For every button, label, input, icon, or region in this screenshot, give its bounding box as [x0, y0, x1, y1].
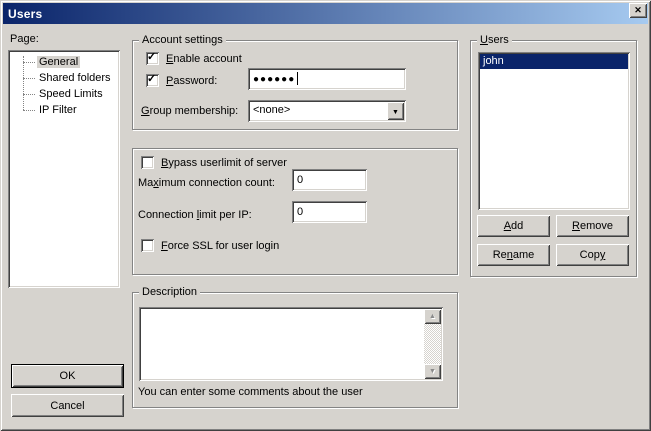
group-membership-dropdown-button[interactable]: ▼ [387, 102, 404, 120]
users-listbox[interactable]: john [478, 52, 630, 210]
scroll-up-button[interactable]: ▲ [424, 309, 441, 324]
cancel-button[interactable]: Cancel [11, 394, 124, 417]
bypass-userlimit-checkbox[interactable] [141, 156, 154, 169]
checkmark-icon: ✓ [147, 73, 156, 86]
add-user-button[interactable]: Add [477, 215, 550, 237]
tree-item-shared-folders[interactable]: Shared folders [8, 70, 120, 86]
account-settings-caption: Account settings [139, 34, 226, 47]
tree-item-general[interactable]: General [8, 54, 120, 70]
enable-account-label: Enable account [166, 53, 242, 66]
max-connection-label: Maximum connection count: [138, 177, 275, 190]
group-membership-select[interactable]: <none> ▼ [248, 100, 406, 122]
window-title: Users [3, 7, 42, 21]
description-textarea[interactable] [142, 310, 423, 378]
max-connection-input[interactable] [295, 172, 364, 188]
titlebar[interactable]: Users [3, 3, 648, 24]
description-box: ▲ ▼ [139, 307, 443, 381]
ok-button[interactable]: OK [11, 364, 124, 388]
description-scrollbar[interactable]: ▲ ▼ [424, 309, 441, 379]
close-icon: ✕ [634, 5, 642, 15]
user-list-item[interactable]: john [480, 54, 628, 69]
max-connection-field-frame [292, 169, 367, 191]
scroll-down-button[interactable]: ▼ [424, 364, 441, 379]
password-field-frame [248, 68, 406, 90]
connection-per-ip-label: Connection limit per IP: [138, 209, 252, 222]
page-tree[interactable]: General Shared folders Speed Limits IP F… [8, 50, 120, 288]
description-caption: Description [139, 286, 200, 299]
arrow-down-icon: ▼ [429, 368, 436, 375]
password-input[interactable] [251, 71, 403, 87]
tree-item-label[interactable]: General [37, 56, 80, 68]
tree-item-ip-filter[interactable]: IP Filter [8, 102, 120, 118]
text-caret [297, 72, 298, 85]
chevron-down-icon: ▼ [392, 109, 399, 116]
force-ssl-checkbox[interactable] [141, 239, 154, 252]
description-hint: You can enter some comments about the us… [138, 386, 363, 399]
copy-user-button[interactable]: Copy [556, 244, 629, 266]
page-label: Page: [10, 33, 39, 46]
tree-item-speed-limits[interactable]: Speed Limits [8, 86, 120, 102]
connection-per-ip-field-frame [292, 201, 367, 223]
users-dialog: Users ✕ Page: General Shared folders Spe… [0, 0, 651, 431]
force-ssl-label: Force SSL for user login [161, 240, 279, 253]
group-membership-value: <none> [253, 104, 290, 117]
checkmark-icon: ✓ [147, 51, 156, 64]
users-caption: Users [477, 34, 512, 47]
enable-account-checkbox[interactable]: ✓ [146, 52, 159, 65]
tree-item-label[interactable]: Speed Limits [37, 88, 105, 100]
rename-user-button[interactable]: Rename [477, 244, 550, 266]
group-membership-label: Group membership: [141, 105, 238, 118]
scrollbar-track[interactable] [424, 324, 441, 364]
password-checkbox[interactable]: ✓ [146, 74, 159, 87]
tree-item-label[interactable]: IP Filter [37, 104, 79, 116]
password-label: Password: [166, 75, 217, 88]
arrow-up-icon: ▲ [429, 313, 436, 320]
tree-item-label[interactable]: Shared folders [37, 72, 113, 84]
connection-per-ip-input[interactable] [295, 204, 364, 220]
remove-user-button[interactable]: Remove [556, 215, 629, 237]
bypass-userlimit-label: Bypass userlimit of server [161, 157, 287, 170]
close-button[interactable]: ✕ [629, 3, 647, 18]
